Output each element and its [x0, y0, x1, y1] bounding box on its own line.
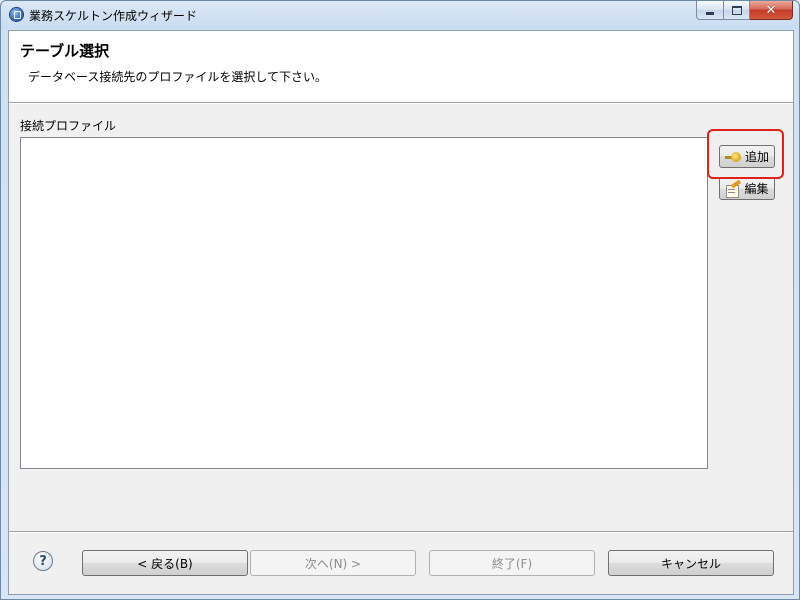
back-button[interactable]: < 戻る(B)	[82, 550, 248, 576]
back-button-label: < 戻る(B)	[137, 556, 193, 571]
minimize-button[interactable]	[696, 1, 723, 20]
page-title: テーブル選択	[20, 42, 110, 60]
edit-button[interactable]: 編集	[719, 177, 775, 200]
cancel-button[interactable]: キャンセル	[608, 550, 774, 576]
edit-button-label: 編集	[744, 182, 769, 196]
header-divider	[9, 103, 793, 104]
connection-profile-list[interactable]	[20, 137, 708, 469]
edit-document-icon	[725, 178, 742, 198]
finish-button[interactable]: 終了(F)	[429, 550, 595, 576]
wizard-client-area: テーブル選択 データベース接続先のプロファイルを選択して下さい。 接続プロファイ…	[8, 30, 794, 595]
help-button[interactable]: ?	[33, 551, 53, 571]
wizard-header: テーブル選択 データベース接続先のプロファイルを選択して下さい。	[9, 31, 793, 103]
close-icon: ✕	[765, 2, 777, 18]
maximize-button[interactable]	[723, 1, 750, 20]
help-icon: ?	[39, 553, 47, 569]
next-button-label: 次へ(N) >	[304, 556, 362, 571]
add-button[interactable]: 追加	[719, 145, 775, 168]
wizard-window: 業務スケルトン作成ウィザード ✕ テーブル選択 データベース接続先のプロファイル…	[0, 0, 800, 600]
close-button[interactable]: ✕	[750, 1, 793, 20]
maximize-icon	[731, 5, 742, 15]
wizard-app-icon	[10, 8, 23, 21]
minimize-icon	[706, 11, 714, 15]
window-controls: ✕	[696, 1, 793, 20]
next-button[interactable]: 次へ(N) >	[250, 550, 416, 576]
cancel-button-label: キャンセル	[660, 556, 721, 571]
add-connection-icon	[724, 151, 742, 163]
title-bar[interactable]: 業務スケルトン作成ウィザード ✕	[1, 1, 799, 29]
connection-profile-label: 接続プロファイル	[20, 119, 117, 133]
add-button-label: 追加	[744, 150, 769, 164]
page-description: データベース接続先のプロファイルを選択して下さい。	[28, 70, 328, 84]
window-title: 業務スケルトン作成ウィザード	[29, 9, 198, 23]
finish-button-label: 終了(F)	[491, 556, 533, 571]
